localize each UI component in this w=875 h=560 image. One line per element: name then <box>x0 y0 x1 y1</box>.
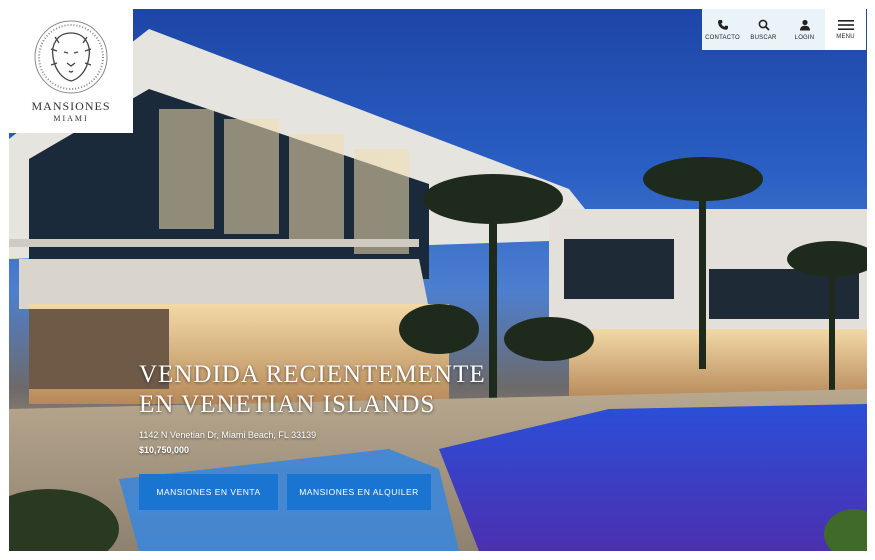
nav-contacto-label: Contacto <box>705 34 740 41</box>
hero-image <box>9 9 867 551</box>
hero-headline-line2: en Venetian Islands <box>139 391 436 418</box>
nav-buscar-label: Buscar <box>750 34 777 41</box>
lion-crest-icon <box>34 20 108 94</box>
property-price: $10,750,000 <box>139 445 190 455</box>
hero-headline-line1: Vendida Recientemente <box>139 361 486 388</box>
nav-contacto[interactable]: Contacto <box>702 9 743 50</box>
hamburger-icon <box>837 19 854 30</box>
top-navigation: Contacto Buscar Login Menu <box>702 9 867 50</box>
brand-logo[interactable]: Mansiones Miami <box>9 9 133 133</box>
property-address: 1142 N Venetian Dr, Miami Beach, FL 3313… <box>139 430 317 440</box>
phone-icon <box>717 19 728 30</box>
nav-menu[interactable]: Menu <box>825 9 866 50</box>
nav-menu-label: Menu <box>836 33 855 40</box>
mansiones-venta-button[interactable]: Mansiones en Venta <box>139 474 278 510</box>
hero-headline: Vendida Recientemente en Venetian Island… <box>139 360 486 420</box>
user-icon <box>799 19 810 30</box>
brand-name: Mansiones <box>31 99 111 113</box>
nav-login-label: Login <box>794 34 815 41</box>
nav-buscar[interactable]: Buscar <box>743 9 784 50</box>
mansiones-alquiler-button[interactable]: Mansiones en Alquiler <box>287 474 431 510</box>
nav-login[interactable]: Login <box>784 9 825 50</box>
mansion-pool-illustration <box>9 29 867 551</box>
search-icon <box>758 19 770 31</box>
brand-city: Miami <box>53 114 89 123</box>
